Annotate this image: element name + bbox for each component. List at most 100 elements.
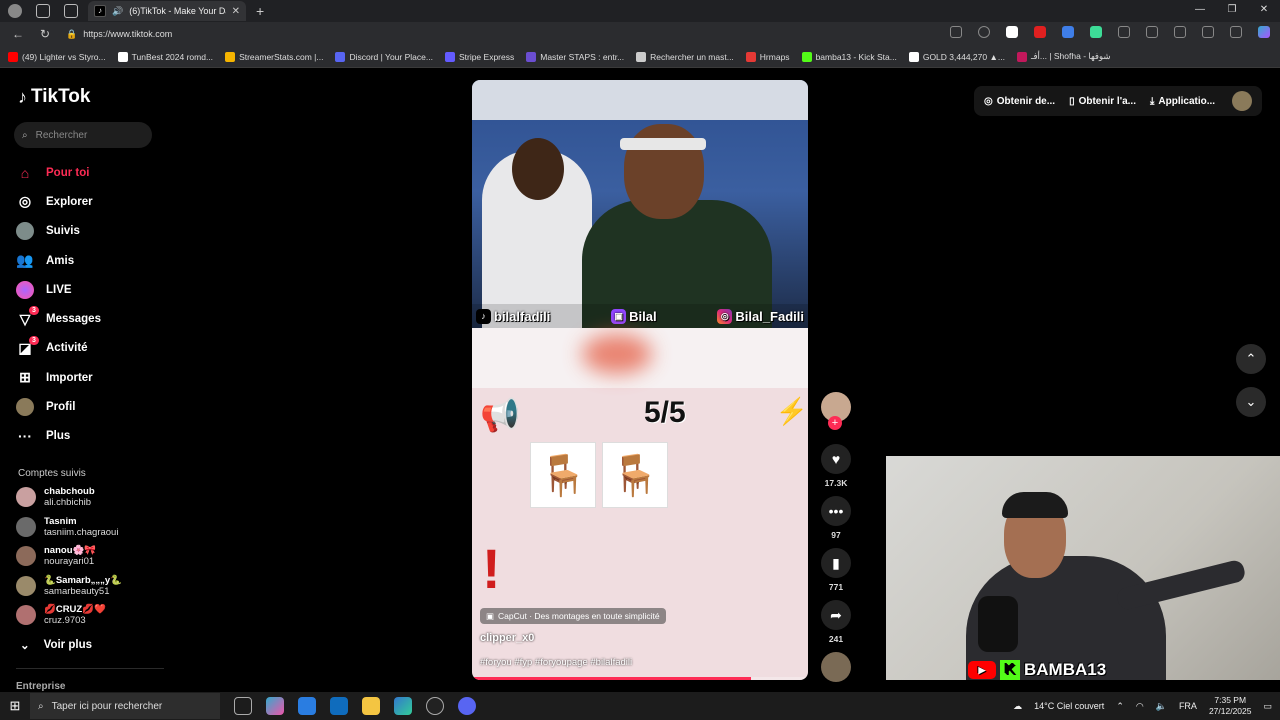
- bookmark-item[interactable]: Rechercher un mast...: [636, 51, 734, 62]
- menu-item-explorer[interactable]: ◎ Explorer: [16, 187, 166, 216]
- menu-item-messages[interactable]: ▽ 3 Messages: [16, 304, 166, 333]
- browser-tab[interactable]: ♪ 🔊 (6)TikTok - Make Your Day ✕: [88, 1, 246, 21]
- menu-item-pour-toi[interactable]: ⌂ Pour toi: [16, 158, 166, 187]
- store-icon[interactable]: [298, 697, 316, 715]
- taskbar-search[interactable]: ⌕ Taper ici pour rechercher: [30, 693, 220, 719]
- downloads-icon[interactable]: [1174, 26, 1186, 38]
- bookmark-item[interactable]: Stripe Express: [444, 51, 514, 62]
- speaker-icon[interactable]: 🔊: [112, 6, 123, 17]
- copilot-icon[interactable]: [266, 697, 284, 715]
- extension-icon[interactable]: [1062, 26, 1074, 38]
- menu-item-live[interactable]: LIVE: [16, 275, 166, 304]
- close-window-button[interactable]: ✕: [1248, 0, 1280, 20]
- volume-icon[interactable]: 🔈: [1156, 701, 1167, 712]
- bookmark-item[interactable]: Discord | Your Place...: [335, 51, 433, 62]
- extension-icon[interactable]: [1090, 26, 1102, 38]
- extensions-puzzle-icon[interactable]: [1118, 26, 1130, 38]
- copilot-icon[interactable]: [1258, 26, 1270, 38]
- user-avatar[interactable]: [1232, 91, 1252, 111]
- language-indicator[interactable]: FRA: [1179, 701, 1197, 711]
- bookmark-item[interactable]: (49) Lighter vs Styro...: [8, 51, 106, 62]
- windows-start-icon[interactable]: ⊞: [0, 698, 30, 714]
- notifications-icon[interactable]: ▭: [1263, 701, 1272, 712]
- comment-button[interactable]: ••• 97: [818, 496, 854, 540]
- obs-icon[interactable]: [426, 697, 444, 715]
- account-text: nanou🌸🎀 nourayari01: [44, 545, 96, 567]
- weather-icon[interactable]: ☁: [1013, 701, 1022, 712]
- video-player[interactable]: ♪ bilalfadili ▣ Bilal ◎ Bilal_Fadili 📢 5/5 …: [472, 80, 808, 680]
- bookmark-favicon-icon: [444, 51, 455, 62]
- clock[interactable]: 7:35 PM 27/12/2025: [1209, 695, 1252, 717]
- new-tab-button[interactable]: +: [256, 3, 264, 19]
- entreprise-link[interactable]: Entreprise: [16, 681, 65, 692]
- creator-avatar-button[interactable]: +: [818, 392, 854, 430]
- weather-text[interactable]: 14°C Ciel couvert: [1034, 701, 1104, 711]
- extension-icon[interactable]: [1034, 26, 1046, 38]
- profile-icon[interactable]: [8, 4, 22, 18]
- edge-icon[interactable]: [394, 697, 412, 715]
- video-author[interactable]: clipper_x0: [480, 632, 534, 644]
- menu-item-plus[interactable]: ··· Plus: [16, 422, 166, 451]
- account-handle: tasniim.chagraoui: [44, 526, 119, 538]
- video-hashtags[interactable]: #foryou #fyp #foryoupage #bilalfadili: [480, 657, 632, 668]
- capcut-tag[interactable]: ▣ CapCut · Des montages en toute simplic…: [480, 608, 666, 624]
- bookmark-item[interactable]: bamba13 - Kick Sta...: [801, 51, 897, 62]
- bookmark-item[interactable]: أفـ... | Shofha - شوفها: [1016, 51, 1110, 62]
- explorer-icon[interactable]: [362, 697, 380, 715]
- tab-actions-icon[interactable]: [64, 4, 78, 18]
- bookmark-item[interactable]: GOLD 3,444,270 ▲...: [908, 51, 1005, 62]
- discord-icon[interactable]: [458, 697, 476, 715]
- search-input[interactable]: ⌕ Rechercher: [14, 122, 152, 148]
- wifi-icon[interactable]: ◠: [1136, 701, 1144, 712]
- menu-item-amis[interactable]: 👥 Amis: [16, 246, 166, 275]
- menu-item-suivis[interactable]: Suivis: [16, 217, 166, 246]
- outlook-icon[interactable]: [330, 697, 348, 715]
- video-progress-bar[interactable]: [472, 677, 808, 680]
- save-count: 771: [828, 582, 844, 592]
- menu-item-importer[interactable]: ⊞ Importer: [16, 363, 166, 392]
- get-coins-button[interactable]: ◎ Obtenir de...: [984, 96, 1055, 107]
- close-tab-icon[interactable]: ✕: [232, 6, 240, 17]
- workspaces-icon[interactable]: [36, 4, 50, 18]
- task-view-icon[interactable]: [234, 697, 252, 715]
- browser-essentials-icon[interactable]: [1202, 26, 1214, 38]
- twitch-handle-text: Bilal: [629, 308, 657, 324]
- sound-avatar-button[interactable]: [818, 652, 854, 682]
- extension-icon[interactable]: [1006, 26, 1018, 38]
- split-screen-icon[interactable]: [1146, 26, 1158, 38]
- favorite-star-icon[interactable]: [978, 26, 990, 38]
- see-more-button[interactable]: ⌄ Voir plus: [20, 638, 92, 652]
- followed-account[interactable]: 🐍Samarb„„„y🐍 samarbeauty51: [16, 575, 166, 597]
- followed-account[interactable]: nanou🌸🎀 nourayari01: [16, 545, 166, 567]
- followed-account[interactable]: chabchoub ali.chbichib: [16, 486, 166, 508]
- next-video-button[interactable]: ⌄: [1236, 387, 1266, 417]
- reader-icon[interactable]: [950, 26, 962, 38]
- share-button[interactable]: ➦ 241: [818, 600, 854, 644]
- back-icon[interactable]: ←: [12, 27, 24, 41]
- follow-plus-icon[interactable]: +: [828, 416, 842, 430]
- tray-overflow-icon[interactable]: ⌃: [1116, 701, 1124, 712]
- bookmark-item[interactable]: Master STAPS : entr...: [526, 51, 624, 62]
- refresh-icon[interactable]: ↻: [40, 27, 50, 41]
- lock-icon[interactable]: 🔒: [66, 29, 77, 40]
- application-button[interactable]: ⤓ Applicatio...: [1150, 96, 1215, 107]
- followed-account[interactable]: Tasnim tasniim.chagraoui: [16, 516, 166, 538]
- followed-account[interactable]: 💋CRUZ💋❤️ cruz.9703: [16, 604, 166, 626]
- url-field[interactable]: 🔒 https://www.tiktok.com: [66, 29, 172, 40]
- previous-video-button[interactable]: ⌃: [1236, 344, 1266, 374]
- like-button[interactable]: ♥ 17.3K: [818, 444, 854, 488]
- bookmark-item[interactable]: StreamerStats.com |...: [225, 51, 323, 62]
- menu-item-profil[interactable]: Profil: [16, 392, 166, 421]
- menu-dots-icon[interactable]: [1230, 26, 1242, 38]
- get-app-button[interactable]: ▯ Obtenir l'a...: [1069, 96, 1136, 107]
- maximize-button[interactable]: ❐: [1216, 0, 1248, 20]
- menu-item-activit-[interactable]: ◪ 3 Activité: [16, 334, 166, 363]
- tiktok-logo[interactable]: ♪ TikTok: [18, 86, 90, 108]
- bookmark-item[interactable]: TunBest 2024 romd...: [117, 51, 213, 62]
- account-handle: nourayari01: [44, 556, 95, 567]
- minimize-button[interactable]: —: [1184, 0, 1216, 20]
- avatar: [16, 546, 36, 566]
- save-button[interactable]: ▮ 771: [818, 548, 854, 592]
- more-icon: ···: [18, 428, 32, 445]
- bookmark-item[interactable]: Hrmaps: [745, 51, 790, 62]
